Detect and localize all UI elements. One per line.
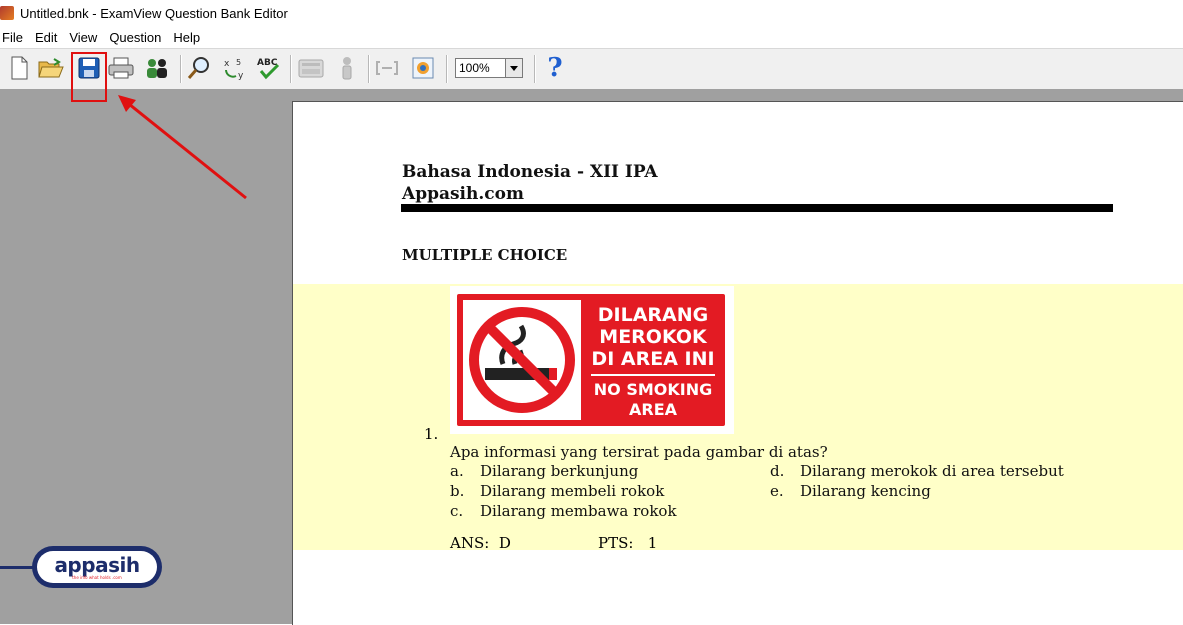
title-bar: Untitled.bnk - ExamView Question Bank Ed… — [0, 0, 1183, 26]
sign-text-english: NO SMOKING AREA — [587, 380, 719, 420]
svg-text:y: y — [238, 71, 244, 80]
menu-edit[interactable]: Edit — [33, 30, 63, 45]
choice-letter: c. — [450, 502, 464, 520]
logo-brand: appasih — [54, 552, 140, 577]
help-icon[interactable]: ? — [542, 53, 568, 83]
menu-question[interactable]: Question — [107, 30, 167, 45]
menu-help[interactable]: Help — [171, 30, 206, 45]
sign-line-5: AREA — [628, 400, 677, 419]
appasih-logo: appasih the info what holds .com — [32, 546, 162, 588]
zoom-select[interactable]: 100% — [455, 58, 523, 78]
choice-letter: a. — [450, 462, 464, 480]
menu-view[interactable]: View — [67, 30, 103, 45]
sign-text-indonesian: DILARANG MEROKOK DI AREA INI — [587, 304, 719, 370]
spell-check-icon[interactable]: ABC — [256, 55, 282, 81]
find-icon[interactable] — [186, 55, 212, 81]
choice-b[interactable]: b. Dilarang membeli rokok — [450, 482, 664, 500]
open-folder-icon[interactable] — [38, 55, 64, 81]
toolbar: x5 y ABC ? — [0, 48, 1183, 90]
menu-bar: File Edit View Question Help — [0, 26, 1183, 48]
no-smoking-icon — [463, 300, 581, 420]
choice-c[interactable]: c. Dilarang membawa rokok — [450, 502, 677, 520]
document-title: Bahasa Indonesia - XII IPA Appasih.com — [402, 161, 658, 205]
save-highlight-box — [71, 52, 107, 102]
print-icon[interactable] — [108, 55, 134, 81]
info-icon — [334, 55, 360, 81]
answer-value: D — [498, 534, 511, 552]
choice-text: Dilarang membawa rokok — [480, 502, 677, 520]
answer-key: ANS: D — [450, 534, 511, 552]
choice-letter: b. — [450, 482, 465, 500]
window-title: Untitled.bnk - ExamView Question Bank Ed… — [20, 5, 288, 21]
app-icon — [0, 6, 14, 20]
choice-d[interactable]: d. Dilarang merokok di area tersebut — [770, 462, 1064, 480]
document-title-line2: Appasih.com — [402, 184, 524, 204]
sign-line-1: DILARANG — [597, 304, 709, 326]
variables-icon[interactable]: x5 y — [222, 55, 248, 81]
question-block[interactable] — [293, 284, 1183, 550]
no-smoking-sign: DILARANG MEROKOK DI AREA INI NO SMOKING … — [457, 294, 725, 426]
color-icon[interactable] — [410, 55, 436, 81]
section-heading: MULTIPLE CHOICE — [402, 246, 568, 264]
points: PTS: 1 — [598, 534, 657, 552]
sign-line-3: DI AREA INI — [591, 348, 715, 370]
watermark-line — [0, 566, 36, 569]
choice-letter: d. — [770, 462, 785, 480]
svg-text:5: 5 — [236, 58, 241, 67]
document-title-line1: Bahasa Indonesia - XII IPA — [402, 162, 658, 182]
points-value: 1 — [647, 534, 658, 552]
link-icon — [374, 55, 400, 81]
choice-text: Dilarang kencing — [800, 482, 931, 500]
answer-label: ANS: — [450, 534, 490, 552]
help-glyph: ? — [547, 53, 563, 83]
menu-file[interactable]: File — [0, 30, 29, 45]
svg-text:x: x — [224, 59, 230, 69]
choice-text: Dilarang merokok di area tersebut — [800, 462, 1064, 480]
sign-line-2: MEROKOK — [599, 326, 707, 348]
question-number: 1. — [424, 425, 439, 443]
question-text[interactable]: Apa informasi yang tersirat pada gambar … — [450, 443, 828, 461]
choice-e[interactable]: e. Dilarang kencing — [770, 482, 931, 500]
logo-tagline: the info what holds .com — [72, 574, 122, 580]
chevron-down-icon[interactable] — [505, 59, 522, 77]
choice-text: Dilarang berkunjung — [480, 462, 639, 480]
people-icon[interactable] — [144, 55, 170, 81]
choice-text: Dilarang membeli rokok — [480, 482, 665, 500]
annotation-arrow-icon — [118, 95, 247, 200]
choice-letter: e. — [770, 482, 784, 500]
zoom-value: 100% — [459, 61, 490, 75]
calculator-icon — [298, 55, 324, 81]
sign-divider — [591, 374, 715, 376]
new-file-icon[interactable] — [6, 55, 32, 81]
points-label: PTS: — [598, 534, 634, 552]
sign-line-4: NO SMOKING — [593, 380, 713, 399]
title-divider — [401, 204, 1113, 212]
choice-a[interactable]: a. Dilarang berkunjung — [450, 462, 638, 480]
